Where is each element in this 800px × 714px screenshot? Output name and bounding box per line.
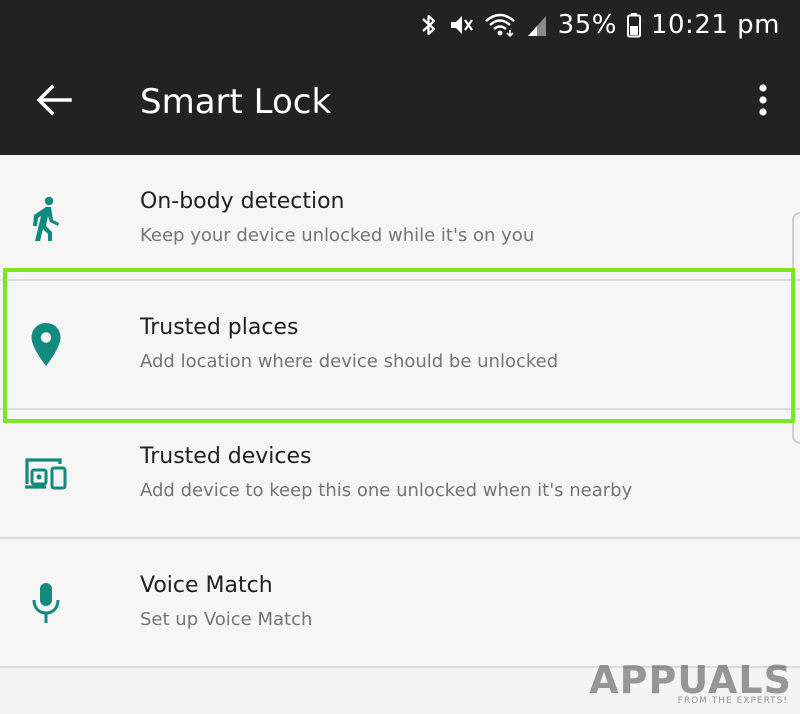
item-subtitle: Set up Voice Match (140, 609, 313, 630)
clock: 10:21 pm (650, 10, 780, 40)
bluetooth-icon (420, 12, 438, 38)
smart-lock-options-list: On-body detection Keep your device unloc… (0, 155, 800, 668)
battery-percent: 35% (557, 10, 617, 40)
vibrate-mute-icon (448, 12, 474, 38)
item-subtitle: Add device to keep this one unlocked whe… (140, 480, 633, 501)
status-bar: 35% 10:21 pm (0, 0, 800, 48)
walking-person-icon (22, 191, 70, 247)
item-subtitle: Keep your device unlocked while it's on … (140, 225, 535, 246)
item-title: On-body detection (140, 189, 345, 214)
location-pin-icon (22, 317, 70, 373)
signal-icon (526, 12, 548, 38)
edge-panel-handle[interactable] (792, 212, 800, 444)
app-bar: Smart Lock (0, 48, 800, 155)
back-button[interactable] (22, 76, 86, 128)
page-title: Smart Lock (140, 82, 332, 122)
watermark: APPUALS FROM THE EXPERTS! (589, 652, 794, 712)
devices-icon (22, 446, 70, 502)
screen: 35% 10:21 pm Smart Lock On-body detectio… (0, 0, 800, 714)
item-title: Trusted places (140, 315, 299, 340)
watermark-tagline: FROM THE EXPERTS! (677, 696, 788, 706)
more-vert-icon (758, 83, 768, 121)
microphone-icon (22, 575, 70, 631)
item-title: Voice Match (140, 573, 273, 598)
arrow-back-icon (36, 84, 72, 120)
more-options-button[interactable] (748, 76, 778, 128)
status-icons: 35% 10:21 pm (420, 8, 780, 42)
item-subtitle: Add location where device should be unlo… (140, 351, 559, 372)
list-item-voice-match[interactable]: Voice Match Set up Voice Match (0, 539, 800, 668)
list-item-trusted-devices[interactable]: Trusted devices Add device to keep this … (0, 410, 800, 539)
list-item-trusted-places[interactable]: Trusted places Add location where device… (0, 281, 800, 410)
list-item-on-body-detection[interactable]: On-body detection Keep your device unloc… (0, 155, 800, 281)
battery-icon (626, 12, 641, 38)
wifi-icon (484, 12, 516, 38)
item-title: Trusted devices (140, 444, 312, 469)
